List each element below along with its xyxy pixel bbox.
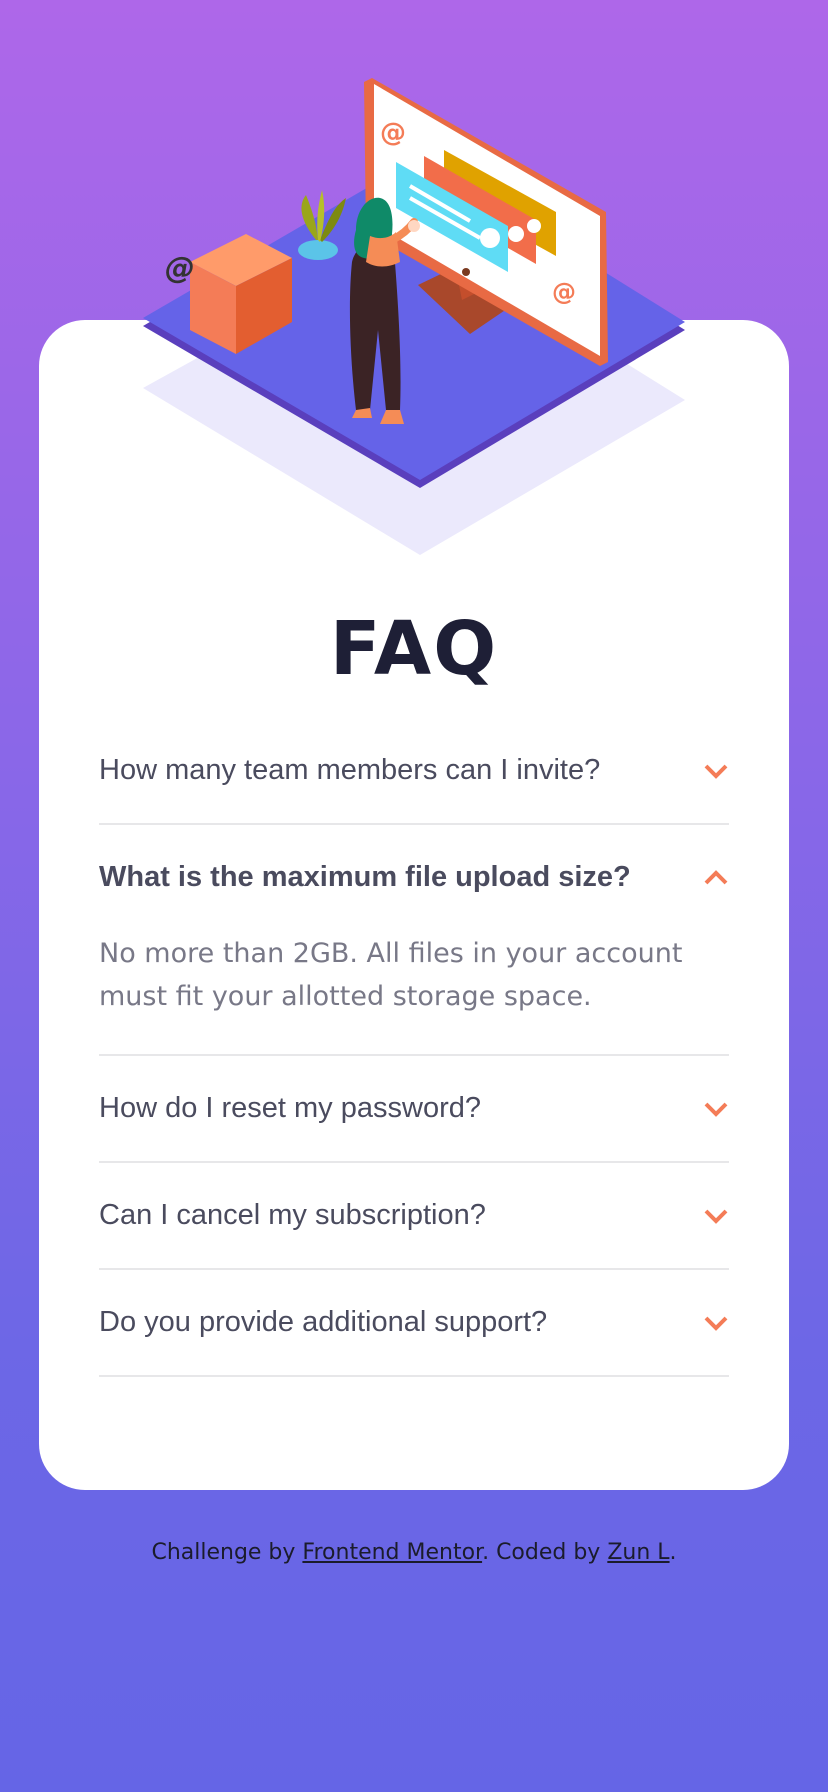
faq-question[interactable]: How do I reset my password?	[99, 1092, 481, 1125]
author-link[interactable]: Zun L	[607, 1540, 669, 1565]
faq-item-upload-size: What is the maximum file upload size? No…	[99, 825, 729, 1056]
faq-question-row[interactable]: What is the maximum file upload size?	[99, 825, 729, 930]
chevron-down-icon[interactable]	[703, 762, 729, 780]
faq-question[interactable]: How many team members can I invite?	[99, 754, 600, 787]
svg-text:@: @	[380, 118, 406, 148]
faq-question[interactable]: Can I cancel my subscription?	[99, 1199, 486, 1232]
chevron-down-icon[interactable]	[703, 1100, 729, 1118]
page-title: FAQ	[329, 606, 499, 692]
chevron-down-icon[interactable]	[703, 1314, 729, 1332]
footer-middle: . Coded by	[482, 1540, 608, 1565]
faq-question-row[interactable]: Can I cancel my subscription?	[99, 1163, 729, 1268]
frontend-mentor-link[interactable]: Frontend Mentor	[302, 1540, 482, 1565]
faq-item-additional-support: Do you provide additional support?	[99, 1270, 729, 1377]
faq-question[interactable]: What is the maximum file upload size?	[99, 861, 631, 894]
footer-prefix: Challenge by	[151, 1540, 303, 1565]
faq-question[interactable]: Do you provide additional support?	[99, 1306, 547, 1339]
faq-question-row[interactable]: How many team members can I invite?	[99, 718, 729, 823]
chevron-down-icon[interactable]	[703, 1207, 729, 1225]
faq-question-row[interactable]: Do you provide additional support?	[99, 1270, 729, 1375]
faq-illustration: @ @ @	[143, 78, 685, 555]
faq-question-row[interactable]: How do I reset my password?	[99, 1056, 729, 1161]
chevron-up-icon[interactable]	[703, 869, 729, 887]
footer-suffix: .	[669, 1540, 677, 1565]
faq-answer: No more than 2GB. All files in your acco…	[99, 938, 683, 1012]
faq-item-cancel-subscription: Can I cancel my subscription?	[99, 1163, 729, 1270]
attribution-footer: Challenge by Frontend Mentor. Coded by Z…	[0, 1540, 828, 1565]
faq-item-team-members: How many team members can I invite?	[99, 718, 729, 825]
faq-accordion: How many team members can I invite? What…	[99, 718, 729, 1377]
svg-text:@: @	[552, 278, 576, 306]
svg-text:@: @	[162, 251, 198, 286]
faq-item-reset-password: How do I reset my password?	[99, 1056, 729, 1163]
